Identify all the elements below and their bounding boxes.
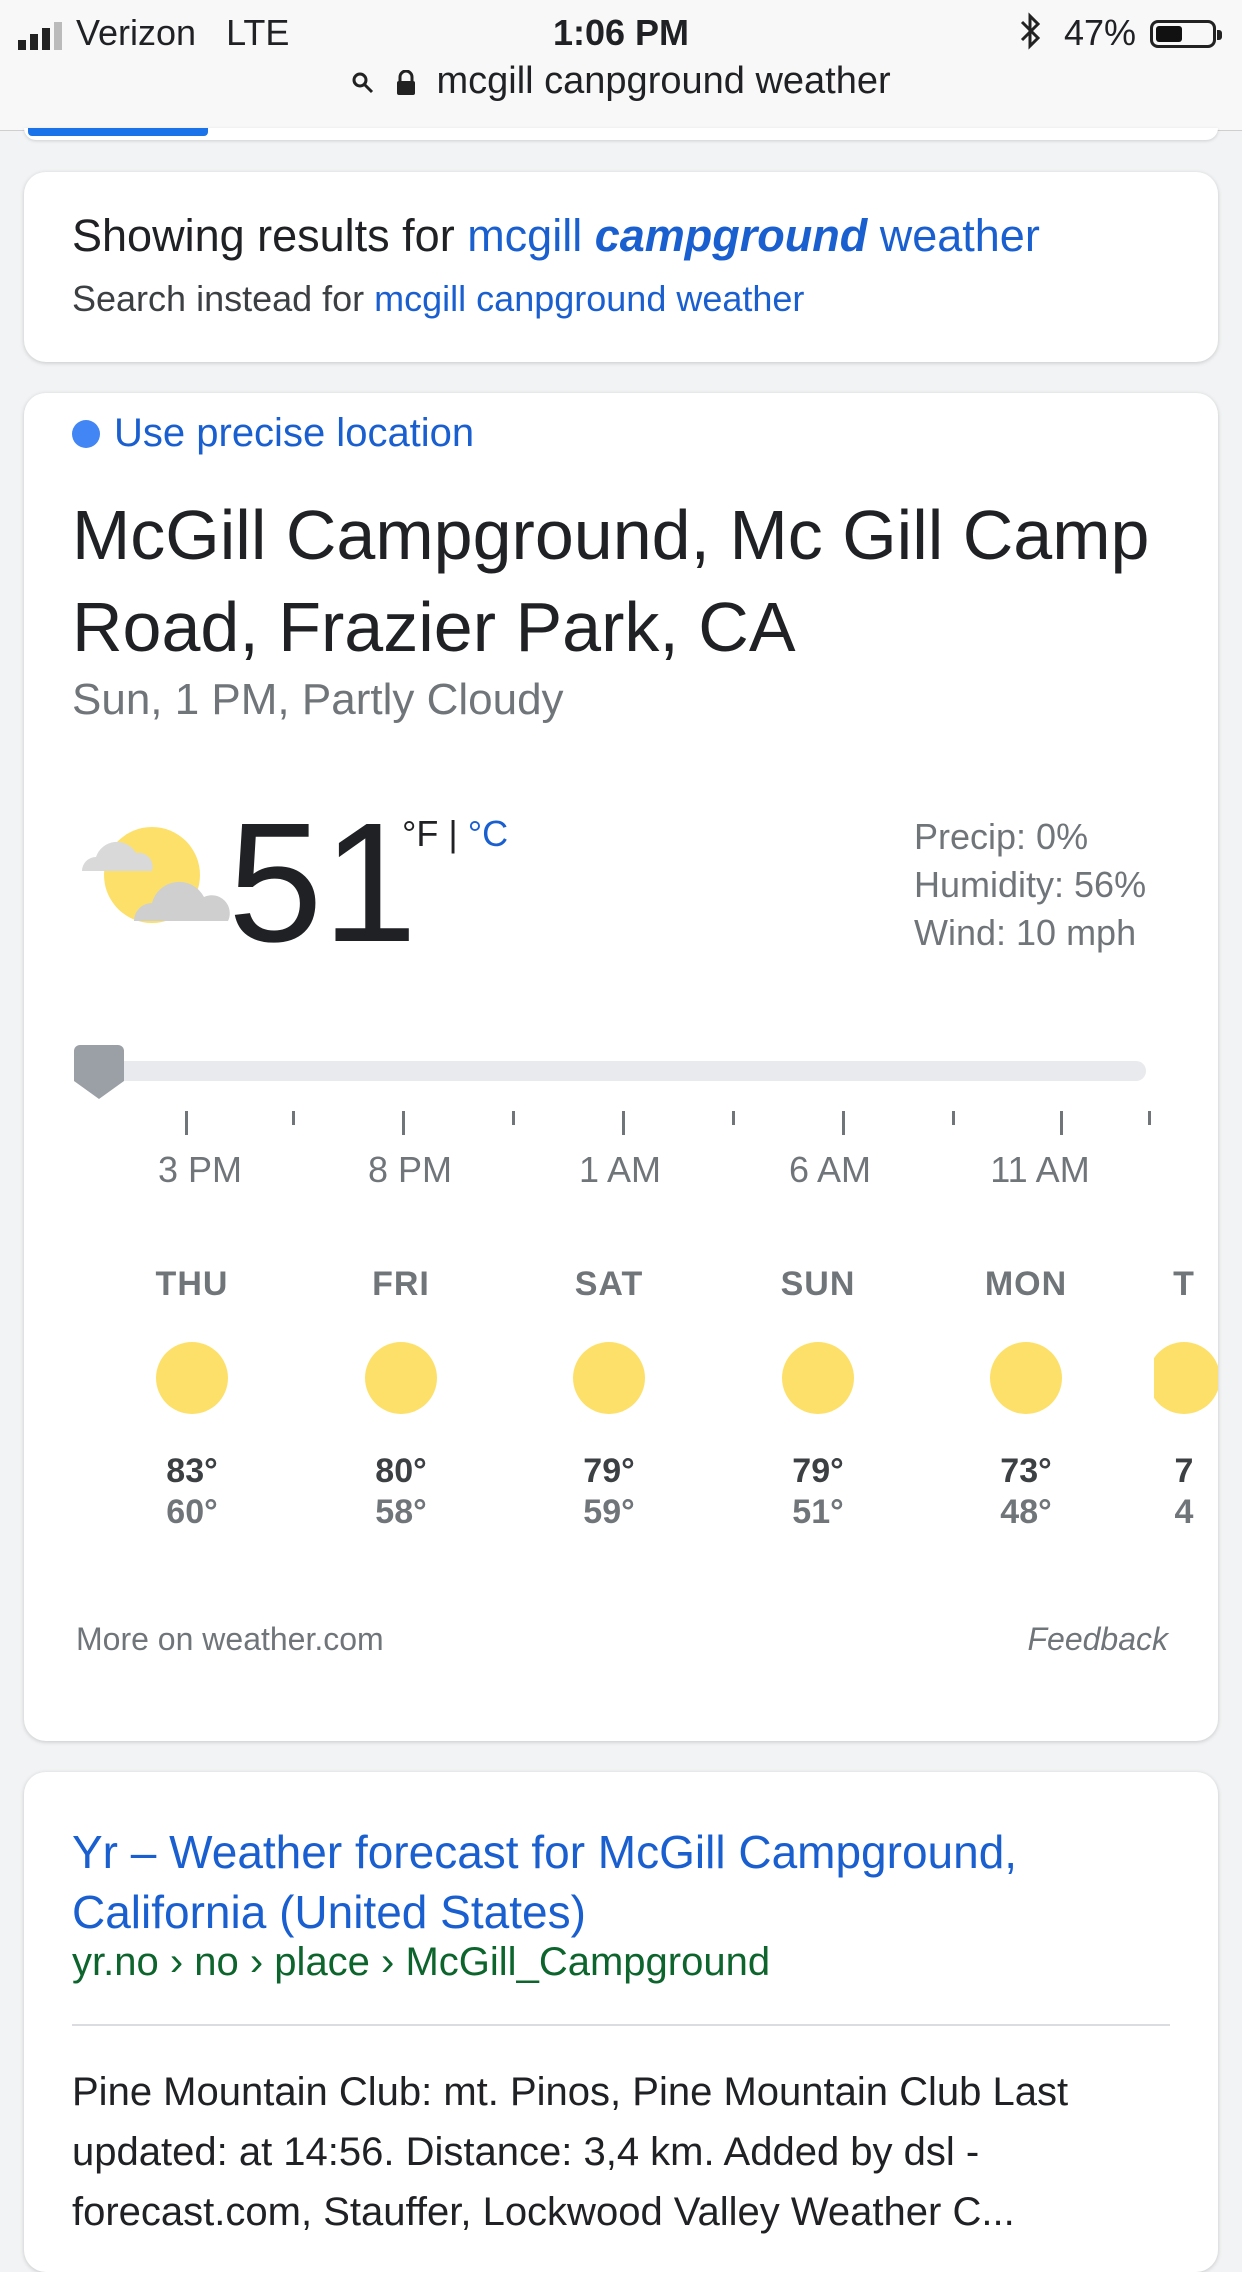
- partly-cloudy-icon: [82, 827, 230, 923]
- showing-prefix: Showing results for: [72, 210, 468, 261]
- search-icon: [352, 72, 374, 94]
- result-title-link[interactable]: Yr – Weather forecast for McGill Campgro…: [72, 1822, 1172, 1942]
- low-temp: 60°: [166, 1493, 218, 1531]
- corrected-part-1: mcgill: [467, 210, 595, 261]
- day-name: SAT: [574, 1265, 644, 1303]
- lock-icon: [396, 69, 415, 95]
- slider-tick: [952, 1111, 955, 1125]
- instead-prefix: Search instead for: [72, 278, 375, 319]
- slider-tick: [512, 1111, 515, 1125]
- battery-percent: 47%: [1064, 12, 1137, 53]
- slider-tick: [185, 1111, 188, 1135]
- fahrenheit-unit[interactable]: °F: [402, 813, 438, 854]
- slider-tick: [402, 1111, 405, 1135]
- bluetooth-icon: [1020, 12, 1041, 50]
- low-temp: 48°: [1000, 1493, 1052, 1531]
- celsius-unit-link[interactable]: °C: [468, 813, 508, 854]
- slider-tick: [1060, 1111, 1063, 1135]
- original-query-link[interactable]: mcgill canpground weather: [374, 278, 804, 319]
- low-temp: 4: [1174, 1493, 1194, 1531]
- hour-label: 1 AM: [578, 1149, 662, 1190]
- search-result-card: Yr – Weather forecast for McGill Campgro…: [24, 1772, 1218, 2272]
- browser-top-bar: Verizon LTE 1:06 PM 47% mcgill canpgroun…: [0, 0, 1242, 131]
- day-name: T: [1173, 1265, 1195, 1303]
- day-name: SUN: [780, 1265, 856, 1303]
- more-on-weather-link[interactable]: More on weather.com: [76, 1621, 384, 1658]
- wind-value: Wind: 10 mph: [914, 912, 1137, 953]
- location-dot-icon: [72, 420, 100, 448]
- hour-label: 3 PM: [157, 1149, 243, 1190]
- use-precise-location-link[interactable]: Use precise location: [72, 411, 474, 456]
- search-tabs-strip: [24, 128, 1218, 140]
- precise-location-label: Use precise location: [114, 411, 475, 455]
- result-snippet: Pine Mountain Club: mt. Pinos, Pine Moun…: [72, 2070, 1069, 2234]
- location-title: McGill Campground, Mc Gill Camp Road, Fr…: [72, 496, 1150, 666]
- high-temp: 73°: [1000, 1452, 1052, 1490]
- high-temp: 80°: [375, 1452, 427, 1490]
- result-url-breadcrumb[interactable]: yr.no › no › place › McGill_Campground: [72, 1940, 770, 1985]
- slider-tick: [842, 1111, 845, 1135]
- day-name: FRI: [372, 1265, 430, 1303]
- url-bar[interactable]: mcgill canpground weather: [0, 60, 1242, 103]
- low-temp: 58°: [375, 1493, 427, 1531]
- forecast-day-thu[interactable]: THU 83° 60°: [112, 1265, 272, 1532]
- active-tab-indicator: [28, 128, 208, 136]
- high-temp: 79°: [792, 1452, 844, 1490]
- forecast-day-mon[interactable]: MON 73° 48°: [946, 1265, 1106, 1532]
- hour-label: 8 PM: [367, 1149, 453, 1190]
- corrected-part-2: weather: [867, 210, 1040, 261]
- hour-label: 11 AM: [990, 1149, 1090, 1190]
- sunny-icon: [365, 1342, 437, 1414]
- weather-details: Precip: 0% Humidity: 56% Wind: 10 mph: [914, 813, 1146, 957]
- slider-tick: [1148, 1111, 1151, 1125]
- day-name: THU: [155, 1265, 229, 1303]
- status-bar: Verizon LTE 1:06 PM 47%: [0, 8, 1242, 54]
- forecast-day-sun[interactable]: SUN 79° 51°: [738, 1265, 898, 1532]
- spelling-correction-card: Showing results for mcgill campground we…: [24, 172, 1218, 362]
- low-temp: 51°: [792, 1493, 844, 1531]
- weather-card: Use precise location McGill Campground, …: [24, 393, 1218, 1741]
- high-temp: 79°: [583, 1452, 635, 1490]
- slider-tick: [292, 1111, 295, 1125]
- feedback-link[interactable]: Feedback: [1027, 1621, 1168, 1658]
- precipitation-value: Precip: 0%: [914, 816, 1089, 857]
- hourly-slider-track[interactable]: [80, 1061, 1146, 1081]
- weather-condition-subtitle: Sun, 1 PM, Partly Cloudy: [72, 675, 564, 724]
- high-temp: 7: [1174, 1452, 1194, 1490]
- forecast-day-partial[interactable]: T 7 4: [1154, 1265, 1218, 1532]
- slider-tick: [622, 1111, 625, 1135]
- low-temp: 59°: [583, 1493, 635, 1531]
- result-divider: [72, 2024, 1170, 2026]
- url-text: mcgill canpground weather: [436, 60, 891, 102]
- sunny-icon: [156, 1342, 228, 1414]
- hour-label: 6 AM: [788, 1149, 872, 1190]
- showing-results-line: Showing results for mcgill campground we…: [72, 210, 1040, 262]
- forecast-day-sat[interactable]: SAT 79° 59°: [529, 1265, 689, 1532]
- forecast-day-fri[interactable]: FRI 80° 58°: [321, 1265, 481, 1532]
- current-temperature: 51: [228, 788, 418, 978]
- hourly-slider-handle[interactable]: [74, 1045, 124, 1099]
- clock: 1:06 PM: [552, 12, 690, 53]
- search-instead-line: Search instead for mcgill canpground wea…: [72, 278, 804, 320]
- humidity-value: Humidity: 56%: [914, 864, 1147, 905]
- slider-tick: [732, 1111, 735, 1125]
- sunny-icon: [573, 1342, 645, 1414]
- high-temp: 83°: [166, 1452, 218, 1490]
- corrected-query-link[interactable]: mcgill campground weather: [467, 210, 1040, 261]
- unit-separator: |: [438, 813, 468, 854]
- corrected-bold-word: campground: [594, 210, 868, 261]
- day-name: MON: [984, 1265, 1068, 1303]
- battery-icon: [1150, 20, 1222, 48]
- sunny-icon: [782, 1342, 854, 1414]
- sunny-icon: [990, 1342, 1062, 1414]
- unit-toggle: °F | °C: [402, 813, 508, 855]
- sunny-icon: [1154, 1342, 1218, 1414]
